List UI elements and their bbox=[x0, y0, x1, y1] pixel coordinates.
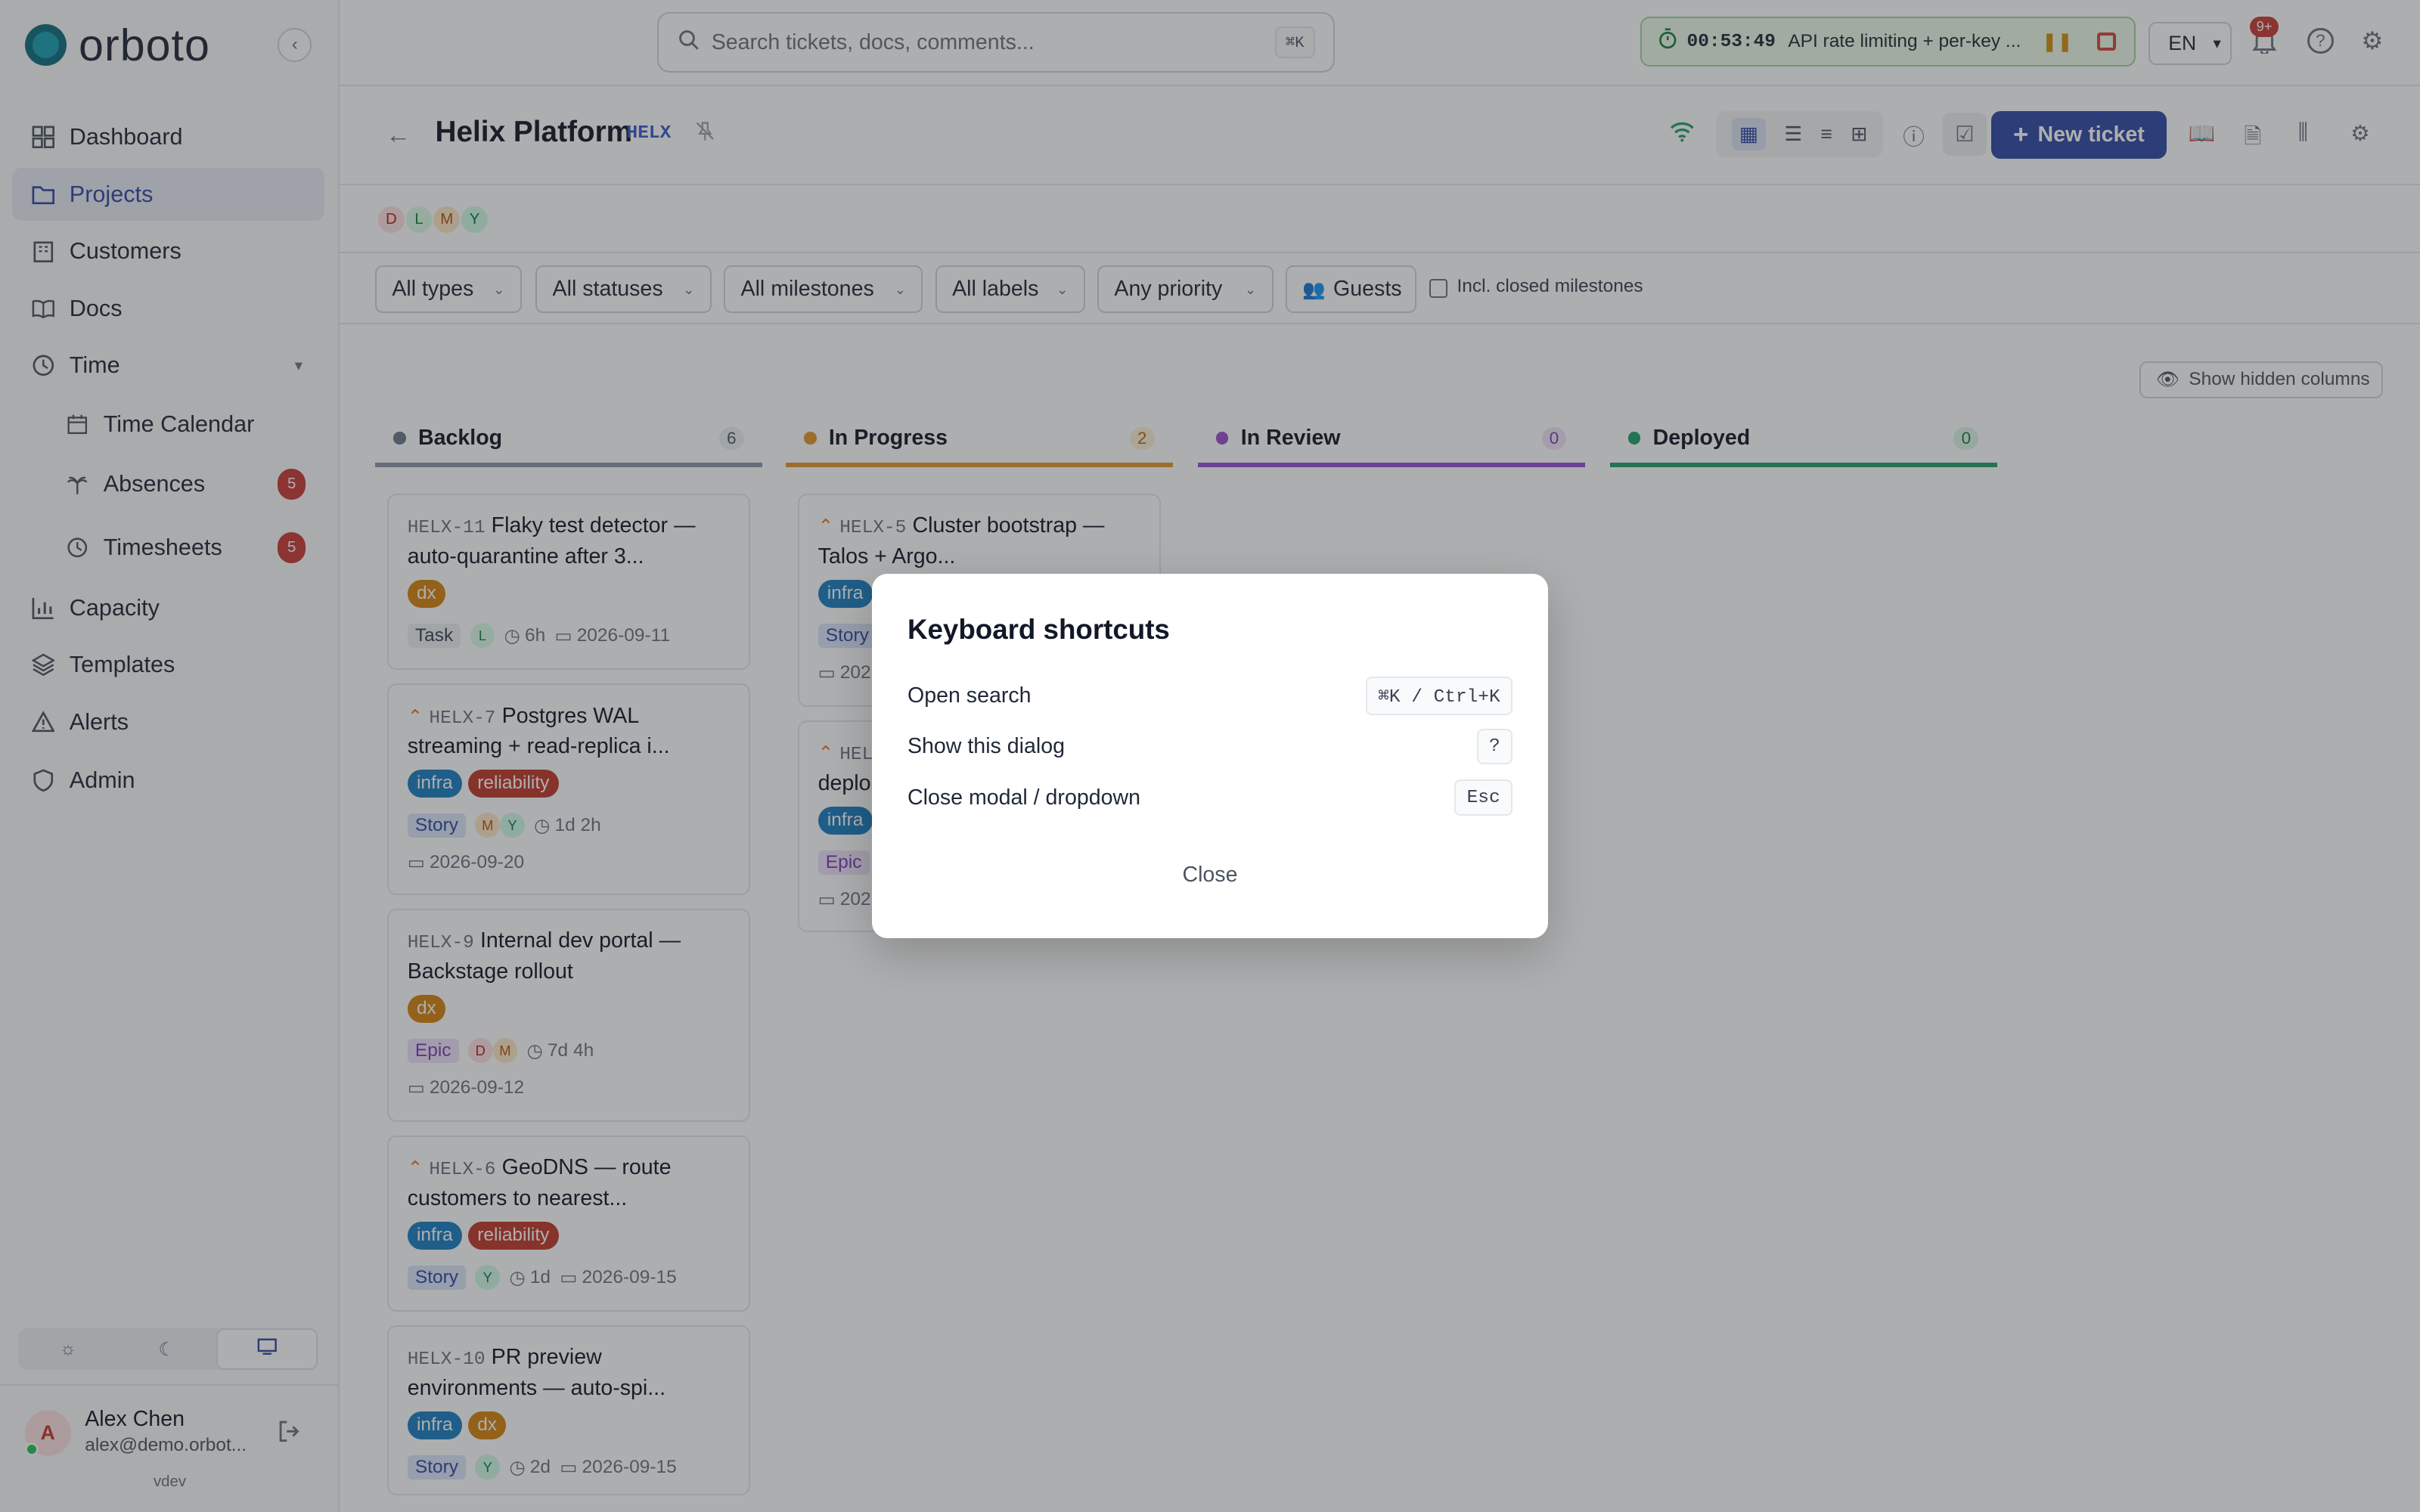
close-button[interactable]: Close bbox=[872, 863, 1548, 888]
shortcut-row: Open search ⌘K / Ctrl+K bbox=[907, 676, 1512, 716]
shortcut-action: Show this dialog bbox=[907, 734, 1065, 759]
shortcut-keys: ? bbox=[1476, 729, 1512, 765]
shortcut-action: Close modal / dropdown bbox=[907, 785, 1140, 810]
shortcut-keys: Esc bbox=[1454, 779, 1512, 816]
shortcut-keys: ⌘K / Ctrl+K bbox=[1365, 676, 1512, 716]
shortcut-action: Open search bbox=[907, 683, 1032, 708]
shortcut-row: Show this dialog ? bbox=[908, 728, 1512, 765]
dialog-title: Keyboard shortcuts bbox=[907, 614, 1170, 646]
keyboard-shortcuts-dialog: Keyboard shortcuts Open search ⌘K / Ctrl… bbox=[872, 574, 1548, 938]
shortcut-row: Close modal / dropdown Esc bbox=[908, 779, 1512, 816]
